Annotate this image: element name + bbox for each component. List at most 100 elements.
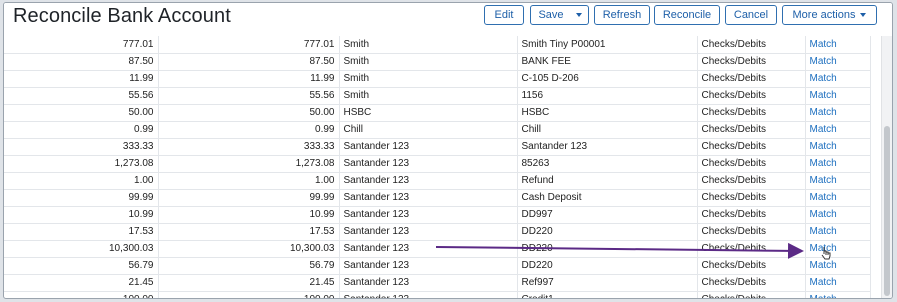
amount-cell: 11.99 bbox=[4, 70, 159, 88]
amount-cell: 50.00 bbox=[4, 104, 159, 122]
reference-cell: Ref997 bbox=[517, 274, 698, 292]
type-cell: Checks/Debits bbox=[697, 87, 806, 105]
reference-cell: HSBC bbox=[517, 104, 698, 122]
table-row[interactable]: 10.99 10.99 Santander 123 DD997 Checks/Debit… bbox=[4, 206, 871, 224]
amount-cell: 0.99 bbox=[158, 121, 340, 139]
match-link[interactable]: Match bbox=[805, 155, 871, 173]
amount-cell: 56.79 bbox=[4, 257, 159, 275]
chevron-down-icon bbox=[860, 13, 867, 17]
refresh-button[interactable]: Refresh bbox=[594, 5, 650, 25]
name-cell: Santander 123 bbox=[339, 223, 518, 241]
table-row[interactable]: 87.50 87.50 Smith BANK FEE Checks/Debits Matc… bbox=[4, 53, 871, 71]
table-row[interactable]: 0.99 0.99 Chill Chill Checks/Debits Match bbox=[4, 121, 871, 139]
reference-cell: DD220 bbox=[517, 257, 698, 275]
match-link[interactable]: Match bbox=[805, 36, 871, 54]
amount-cell: 11.99 bbox=[158, 70, 340, 88]
table-row[interactable]: 100.00100.00Santander 123Credit1Checks/D… bbox=[4, 291, 871, 298]
match-link[interactable]: Match bbox=[805, 274, 871, 292]
table-row[interactable]: 55.56 55.56 Smith 1156 Checks/Debits Match bbox=[4, 87, 871, 105]
more-actions-button[interactable]: More actions bbox=[782, 5, 877, 25]
amount-cell: 100.00 bbox=[158, 291, 340, 298]
table-row[interactable]: 56.79 56.79 Santander 123 DD220 Checks/Debit… bbox=[4, 257, 871, 275]
match-link[interactable]: Match bbox=[805, 223, 871, 241]
name-cell: Smith bbox=[339, 36, 518, 54]
type-cell: Checks/Debits bbox=[697, 121, 806, 139]
reference-cell: C-105 D-206 bbox=[517, 70, 698, 88]
match-link[interactable]: Match bbox=[805, 240, 871, 258]
table-row[interactable]: 777.01 777.01 Smith Smith Tiny P00001 Checks… bbox=[4, 36, 871, 54]
table-row[interactable]: 99.99 99.99 Santander 123 Cash Deposit Check… bbox=[4, 189, 871, 207]
reference-cell: Credit1 bbox=[517, 291, 698, 298]
name-cell: Santander 123 bbox=[339, 155, 518, 173]
name-cell: Chill bbox=[339, 121, 518, 139]
cancel-button[interactable]: Cancel bbox=[725, 5, 777, 25]
table-row[interactable]: 17.53 17.53 Santander 123 DD220 Checks/Debit… bbox=[4, 223, 871, 241]
type-cell: Checks/Debits bbox=[697, 223, 806, 241]
type-cell: Checks/Debits bbox=[697, 274, 806, 292]
amount-cell: 17.53 bbox=[4, 223, 159, 241]
amount-cell: 55.56 bbox=[158, 87, 340, 105]
amount-cell: 10,300.03 bbox=[158, 240, 340, 258]
match-link[interactable]: Match bbox=[805, 53, 871, 71]
reference-cell: DD220 bbox=[517, 240, 698, 258]
name-cell: Santander 123 bbox=[339, 138, 518, 156]
page-title: Reconcile Bank Account bbox=[13, 5, 231, 27]
transactions-table: 777.01 777.01 Smith Smith Tiny P00001 Checks… bbox=[4, 36, 884, 298]
page-header: Reconcile Bank Account Edit Save Refresh… bbox=[4, 3, 892, 33]
table-row[interactable]: 10,300.03 10,300.03 Santander 123 DD220 Chec… bbox=[4, 240, 871, 258]
amount-cell: 87.50 bbox=[158, 53, 340, 71]
amount-cell: 1,273.08 bbox=[4, 155, 159, 173]
amount-cell: 99.99 bbox=[4, 189, 159, 207]
save-dropdown-button[interactable] bbox=[571, 5, 589, 25]
amount-cell: 1,273.08 bbox=[158, 155, 340, 173]
match-link[interactable]: Match bbox=[805, 104, 871, 122]
name-cell: Smith bbox=[339, 53, 518, 71]
table-row[interactable]: 1,273.08 1,273.08 Santander 123 85263 Checks… bbox=[4, 155, 871, 173]
reconcile-button[interactable]: Reconcile bbox=[654, 5, 720, 25]
amount-cell: 333.33 bbox=[4, 138, 159, 156]
amount-cell: 17.53 bbox=[158, 223, 340, 241]
match-link[interactable]: Match bbox=[805, 291, 871, 298]
name-cell: Santander 123 bbox=[339, 291, 518, 298]
vertical-scrollbar[interactable] bbox=[881, 36, 892, 298]
table-row[interactable]: 1.00 1.00 Santander 123 Refund Checks/Debits… bbox=[4, 172, 871, 190]
name-cell: HSBC bbox=[339, 104, 518, 122]
amount-cell: 100.00 bbox=[4, 291, 159, 298]
type-cell: Checks/Debits bbox=[697, 172, 806, 190]
match-link[interactable]: Match bbox=[805, 138, 871, 156]
table-row[interactable]: 333.33 333.33 Santander 123 Santander 123 Ch… bbox=[4, 138, 871, 156]
edit-button[interactable]: Edit bbox=[484, 5, 524, 25]
amount-cell: 55.56 bbox=[4, 87, 159, 105]
reference-cell: DD997 bbox=[517, 206, 698, 224]
amount-cell: 0.99 bbox=[4, 121, 159, 139]
table-row[interactable]: 11.99 11.99 Smith C-105 D-206 Checks/Debits M… bbox=[4, 70, 871, 88]
more-actions-label: More actions bbox=[792, 9, 856, 21]
name-cell: Santander 123 bbox=[339, 172, 518, 190]
amount-cell: 10.99 bbox=[158, 206, 340, 224]
amount-cell: 333.33 bbox=[158, 138, 340, 156]
table-row[interactable]: 21.45 21.45 Santander 123 Ref997 Checks/Debi… bbox=[4, 274, 871, 292]
reference-cell: Smith Tiny P00001 bbox=[517, 36, 698, 54]
reconcile-window: Reconcile Bank Account Edit Save Refresh… bbox=[3, 2, 893, 299]
scrollbar-thumb[interactable] bbox=[884, 126, 890, 296]
amount-cell: 21.45 bbox=[4, 274, 159, 292]
match-link[interactable]: Match bbox=[805, 206, 871, 224]
name-cell: Santander 123 bbox=[339, 240, 518, 258]
amount-cell: 10.99 bbox=[4, 206, 159, 224]
type-cell: Checks/Debits bbox=[697, 70, 806, 88]
match-link[interactable]: Match bbox=[805, 70, 871, 88]
name-cell: Santander 123 bbox=[339, 274, 518, 292]
amount-cell: 1.00 bbox=[4, 172, 159, 190]
save-button[interactable]: Save bbox=[530, 5, 572, 25]
amount-cell: 21.45 bbox=[158, 274, 340, 292]
type-cell: Checks/Debits bbox=[697, 138, 806, 156]
name-cell: Santander 123 bbox=[339, 189, 518, 207]
match-link[interactable]: Match bbox=[805, 257, 871, 275]
table-row[interactable]: 50.00 50.00 HSBC HSBC Checks/Debits Match bbox=[4, 104, 871, 122]
match-link[interactable]: Match bbox=[805, 87, 871, 105]
reference-cell: Santander 123 bbox=[517, 138, 698, 156]
match-link[interactable]: Match bbox=[805, 172, 871, 190]
match-link[interactable]: Match bbox=[805, 121, 871, 139]
reference-cell: DD220 bbox=[517, 223, 698, 241]
match-link[interactable]: Match bbox=[805, 189, 871, 207]
